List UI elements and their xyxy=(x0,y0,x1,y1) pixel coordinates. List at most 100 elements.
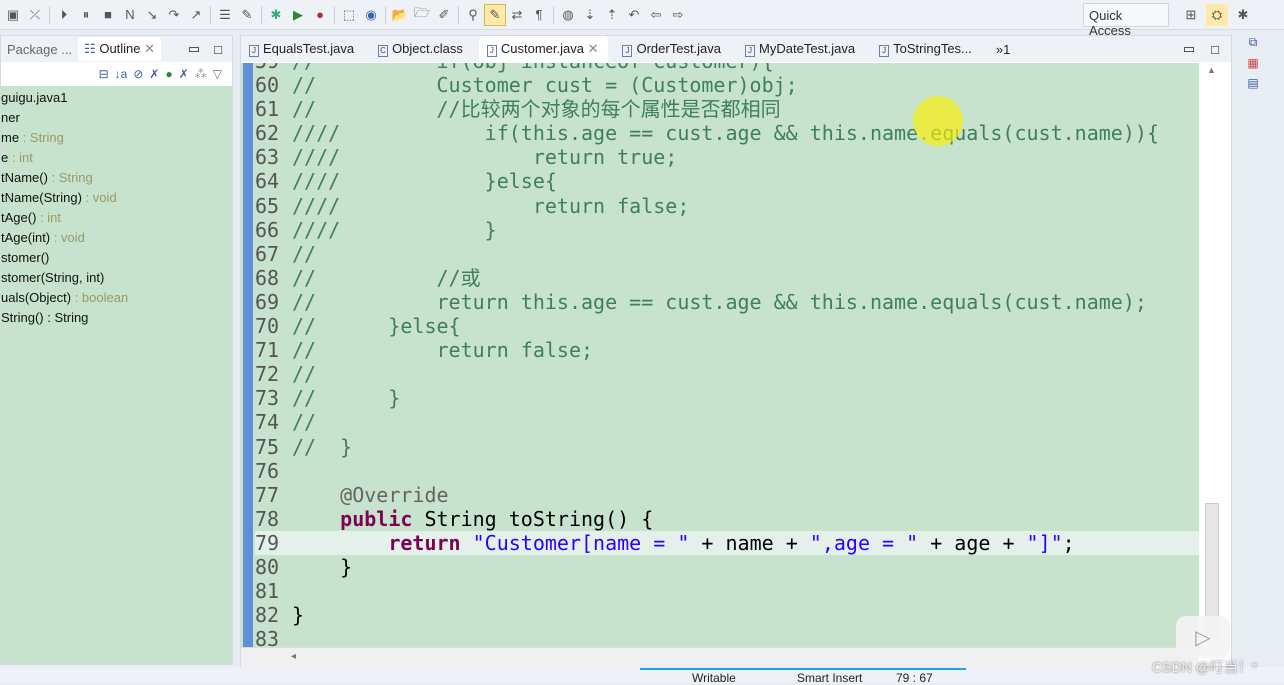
line-number: 72 xyxy=(255,362,280,387)
code-line: 65 //// return false; xyxy=(255,194,1199,218)
outline-item[interactable]: guigu.java1 xyxy=(1,88,232,108)
code-token: "Customer[name = " xyxy=(472,530,690,555)
suspend-icon[interactable]: ⏸ xyxy=(75,4,97,26)
code-token: // } xyxy=(292,434,353,459)
terminate-icon[interactable]: ■ xyxy=(97,4,119,26)
outline-item[interactable]: tAge() : int xyxy=(1,208,232,228)
step-over-icon[interactable]: ↷ xyxy=(163,4,185,26)
new-class-icon[interactable]: ◉ xyxy=(360,4,382,26)
horizontal-scrollbar[interactable]: ◂ xyxy=(241,647,1199,667)
back-arrow-icon[interactable]: ⇦ xyxy=(645,4,667,26)
open-perspective-icon[interactable]: ⊞ xyxy=(1180,4,1202,26)
block-selection-icon[interactable]: ⇄ xyxy=(506,4,528,26)
tab-overflow[interactable]: »1 xyxy=(988,37,1020,62)
close-icon[interactable]: ✕ xyxy=(144,41,155,56)
code-token: // }else{ xyxy=(292,314,461,339)
back-icon[interactable]: ↶ xyxy=(623,4,645,26)
outline-item[interactable]: tName(String) : void xyxy=(1,188,232,208)
code-line: 72 // xyxy=(255,362,1199,386)
maximize-editor-icon[interactable]: □ xyxy=(1211,42,1219,57)
editor-tab[interactable]: J EqualsTest.java xyxy=(241,36,364,62)
code-text: // return false; xyxy=(292,338,593,362)
toggle-mark-icon[interactable]: ✎ xyxy=(484,3,506,26)
build-icon[interactable]: ✎ xyxy=(236,4,258,26)
step-into-icon[interactable]: ↘ xyxy=(141,4,163,26)
outline-item[interactable]: uals(Object) : boolean xyxy=(1,288,232,308)
play-icon[interactable]: ▷ xyxy=(1176,616,1230,658)
vertical-scrollbar[interactable]: ▲ xyxy=(1199,63,1231,647)
line-number: 74 xyxy=(255,410,280,435)
problems-icon[interactable]: ▦ xyxy=(1247,56,1258,70)
editor-tab[interactable]: J Customer.java ✕ xyxy=(478,36,609,62)
debug-perspective-icon[interactable]: ✱ xyxy=(1232,4,1254,26)
code-token: // xyxy=(292,241,317,266)
close-tab-icon[interactable]: ✕ xyxy=(584,41,599,56)
outline-item-type: : int xyxy=(8,150,33,165)
step-return-icon[interactable]: ↗ xyxy=(185,4,207,26)
outline-item[interactable]: stomer() xyxy=(1,248,232,268)
new-package-icon[interactable]: ⬚ xyxy=(338,4,360,26)
outline-item[interactable]: String() : String xyxy=(1,308,232,328)
hide-nonpublic-icon[interactable]: ● xyxy=(165,67,172,81)
minimize-icon[interactable]: ▭ xyxy=(188,41,200,57)
java-perspective-icon[interactable]: ⛭ xyxy=(1206,4,1228,26)
hide-fields-icon[interactable]: ⊘ xyxy=(133,67,143,81)
line-number: 59 xyxy=(255,63,292,73)
save-icon[interactable]: ▣ xyxy=(2,4,24,26)
disconnect-icon[interactable]: N xyxy=(119,4,141,26)
group-icon[interactable]: ⁂ xyxy=(195,67,207,81)
tab-outline[interactable]: ☷ Outline ✕ xyxy=(78,37,162,61)
outline-item[interactable]: stomer(String, int) xyxy=(1,268,232,288)
editor-tab-label: OrderTest.java xyxy=(636,41,722,56)
outline-item[interactable]: me : String xyxy=(1,128,232,148)
code-text: } xyxy=(292,555,352,579)
annotation-icon[interactable]: ⚲ xyxy=(462,4,484,26)
restore-icon[interactable]: ⧉ xyxy=(1249,35,1258,50)
code-text: //// if(this.age == cust.age && this.nam… xyxy=(292,121,1159,145)
code-line: 61 // //比较两个对象的每个属性是否都相同 xyxy=(255,97,1199,121)
outline-item-name: tAge(int) xyxy=(1,230,51,245)
coverage-icon[interactable]: ● xyxy=(309,4,331,26)
editor-tab[interactable]: J MyDateTest.java xyxy=(737,36,865,62)
globe-icon[interactable]: ◍ xyxy=(557,4,579,26)
console-icon[interactable]: ☰ xyxy=(214,4,236,26)
whitespace-icon[interactable]: ¶ xyxy=(528,4,550,26)
hide-local-icon[interactable]: ✗ xyxy=(179,67,189,81)
hide-static-icon[interactable]: ✗ xyxy=(149,67,159,81)
editor-tab[interactable]: J ToStringTes... xyxy=(871,36,982,62)
quick-access-input[interactable]: Quick Access xyxy=(1083,3,1169,38)
open-folder-icon[interactable]: 🗁 xyxy=(411,4,433,26)
minimize-editor-icon[interactable]: ▭ xyxy=(1183,41,1195,57)
code-area[interactable]: 59// if(obj instanceof Customer){60// Cu… xyxy=(241,63,1199,647)
view-menu-icon[interactable]: ▽ xyxy=(213,67,222,81)
debug-icon[interactable]: ✱ xyxy=(265,4,287,26)
line-number: 83 xyxy=(255,627,280,647)
maximize-icon[interactable]: □ xyxy=(214,42,222,57)
sort-icon[interactable]: ↓a xyxy=(115,67,128,81)
code-token: + xyxy=(773,530,810,555)
line-number: 75 xyxy=(255,434,280,459)
forward-arrow-icon[interactable]: ⇨ xyxy=(667,4,689,26)
editor-tab[interactable]: J OrderTest.java xyxy=(614,36,731,62)
resume-icon[interactable]: ⏵ xyxy=(53,4,75,26)
skip-breakpoints-icon[interactable]: ⤫ xyxy=(24,4,46,26)
code-line: 79 return "Customer[name = " + name + ",… xyxy=(255,530,1199,555)
outline-item[interactable]: tAge(int) : void xyxy=(1,228,232,248)
outline-item[interactable]: ner xyxy=(1,108,232,128)
outline-item-type: : void xyxy=(50,230,85,245)
outline-item-name: tAge() xyxy=(1,210,37,225)
open-type-icon[interactable]: 📂 xyxy=(389,4,411,26)
line-number: 60 xyxy=(255,73,280,98)
console-view-icon[interactable]: ▤ xyxy=(1247,76,1258,90)
editor-tab[interactable]: C Object.class xyxy=(370,36,473,62)
outline-item[interactable]: tName() : String xyxy=(1,168,232,188)
next-annotation-icon[interactable]: ⇣ xyxy=(579,4,601,26)
outline-panel: Package ... ☷ Outline ✕ ▭ □ ⊟ ↓a ⊘ ✗ ● ✗ ⁂ ▽ gui… xyxy=(0,35,233,665)
collapse-all-icon[interactable]: ⊟ xyxy=(99,67,109,81)
search-icon[interactable]: ✐ xyxy=(433,4,455,26)
prev-annotation-icon[interactable]: ⇡ xyxy=(601,4,623,26)
outline-item[interactable]: e : int xyxy=(1,148,232,168)
tab-package-explorer[interactable]: Package ... xyxy=(1,38,78,61)
run-icon[interactable]: ▶ xyxy=(287,4,309,26)
